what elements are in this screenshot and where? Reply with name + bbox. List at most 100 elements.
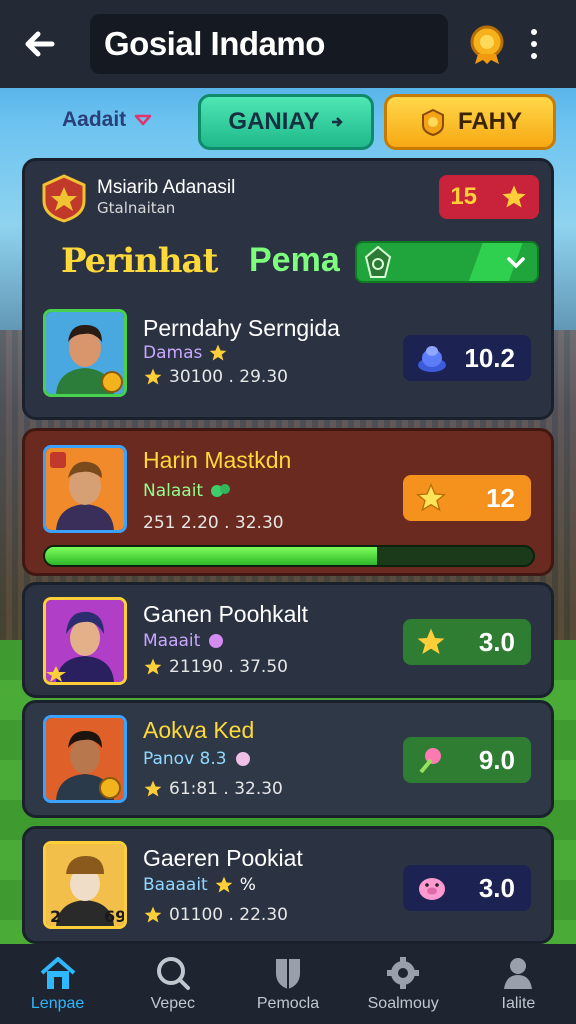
player-stats-text: 01100 . 22.30	[169, 905, 288, 925]
flower-icon	[209, 634, 224, 648]
tab-yellow-label: FAHY	[457, 108, 522, 135]
nav-item-shield[interactable]: Pemocla	[230, 944, 345, 1024]
flower-icon	[419, 748, 441, 774]
player-stats: 251 2.20 . 32.30	[143, 513, 284, 533]
star-icon	[215, 876, 233, 893]
player-portrait-icon	[46, 312, 124, 394]
pig-icon	[419, 878, 445, 900]
player-name: Perndahy Serngida	[143, 315, 340, 341]
player-name: Harin Mastkdn	[143, 447, 292, 473]
player-progress-fill	[45, 547, 377, 565]
player-card[interactable]: 2 69 Gaeren Pookiat Baaaait % 01100 . 22…	[22, 826, 554, 944]
player-stats: 01100 . 22.30	[143, 905, 288, 925]
filter-dropdown[interactable]: Aadait	[62, 108, 152, 132]
player-tag-extra: %	[239, 875, 256, 895]
player-card[interactable]: Aokva Ked Panov 8.3 61:81 . 32.30 9.0	[22, 700, 554, 818]
player-stats-text: 30100 . 29.30	[169, 367, 288, 387]
bottom-nav: Lenpae Vepec Pemocla Soalmouy Ialite	[0, 944, 576, 1024]
player-tag-label: Nalaait	[143, 481, 204, 501]
more-dot-icon	[531, 41, 537, 47]
player-portrait-icon	[46, 448, 124, 530]
player-stats-text: 251 2.20 . 32.30	[143, 513, 284, 533]
nav-item-label: Lenpae	[30, 995, 85, 1012]
top-bar: Gosial Indamo	[0, 0, 576, 88]
avatar-number-right-icon: 69	[104, 907, 124, 926]
player-score: 10.2	[403, 335, 531, 381]
person-icon	[504, 958, 533, 989]
player-tag-label: Baaaait	[143, 875, 208, 895]
player-stats: 61:81 . 32.30	[143, 779, 283, 799]
chevron-down-icon[interactable]	[505, 251, 527, 273]
search-icon	[156, 957, 190, 990]
sparkle-icon	[211, 484, 231, 497]
club-subtitle: Gtalnaitan	[97, 199, 176, 217]
dropdown-triangle-icon	[134, 114, 152, 126]
player-avatar[interactable]	[43, 597, 127, 685]
avatar-number-left-icon: 2	[50, 907, 61, 926]
player-tag-label: Maaait	[143, 631, 201, 651]
club-headline-left: Perinhat	[61, 241, 218, 281]
club-status-bar[interactable]	[355, 241, 539, 283]
shield-icon	[276, 959, 300, 989]
nav-item-home[interactable]: Lenpae	[0, 944, 115, 1024]
club-card: Msiarib Adanasil Gtalnaitan 15 Perinhat …	[22, 158, 554, 420]
player-card[interactable]: Ganen Poohkalt Maaait 21190 . 37.50 3.0	[22, 582, 554, 698]
nav-item-search[interactable]: Vepec	[115, 944, 230, 1024]
player-portrait-icon	[46, 718, 124, 800]
star-icon	[210, 344, 227, 361]
more-menu-button[interactable]	[524, 29, 544, 59]
player-avatar[interactable]	[43, 309, 127, 397]
nav-item-profile[interactable]: Ialite	[461, 944, 576, 1024]
club-rank-badge: 15	[439, 175, 539, 219]
arrow-right-icon	[331, 117, 343, 127]
player-tag-label: Damas	[143, 343, 203, 363]
back-button[interactable]	[18, 22, 62, 66]
player-name: Ganen Poohkalt	[143, 601, 308, 627]
gem-icon	[418, 346, 446, 372]
star-icon	[144, 780, 162, 797]
filter-row: Aadait GANIAY FAHY	[0, 94, 576, 150]
player-tag: Panov 8.3	[143, 749, 253, 769]
player-tag-label: Panov 8.3	[143, 749, 227, 769]
star-icon	[144, 368, 162, 385]
star-icon	[501, 185, 526, 208]
club-headline-right: Pema	[249, 241, 340, 279]
more-dot-icon	[531, 29, 537, 35]
player-score: 9.0	[403, 737, 531, 783]
star-icon	[144, 658, 162, 675]
star-icon	[144, 906, 162, 923]
tab-green[interactable]: GANIAY	[198, 94, 374, 150]
achievements-button[interactable]	[464, 21, 510, 67]
trophy-icon	[470, 25, 504, 64]
title-box: Gosial Indamo	[90, 14, 448, 74]
player-stats: 30100 . 29.30	[143, 367, 288, 387]
player-stats: 21190 . 37.50	[143, 657, 288, 677]
player-score-value: 9.0	[478, 744, 515, 775]
nav-item-settings[interactable]: Soalmouy	[346, 944, 461, 1024]
player-avatar[interactable]	[43, 445, 127, 533]
star-icon	[417, 628, 445, 654]
player-score: 12	[403, 475, 531, 521]
player-tag: Maaait	[143, 631, 226, 651]
tab-green-label: GANIAY	[228, 108, 320, 135]
player-progress-bar	[43, 545, 535, 567]
player-score-value: 3.0	[478, 626, 515, 657]
lock-icon	[364, 245, 392, 278]
player-avatar[interactable]	[43, 715, 127, 803]
nav-item-label: Pemocla	[256, 995, 320, 1012]
player-portrait-icon	[46, 600, 124, 682]
player-tag: Nalaait	[143, 481, 233, 501]
player-name: Gaeren Pookiat	[143, 845, 303, 871]
gear-icon	[387, 957, 420, 989]
player-name: Aokva Ked	[143, 717, 255, 743]
nav-item-label: Vepec	[150, 995, 196, 1012]
player-tag: Baaaait %	[143, 875, 256, 895]
player-avatar[interactable]: 2 69	[43, 841, 127, 929]
nav-item-label: Ialite	[501, 995, 536, 1012]
badge-icon	[421, 108, 444, 137]
page-title: Gosial Indamo	[104, 25, 325, 62]
player-score: 3.0	[403, 619, 531, 665]
star-icon	[415, 482, 447, 512]
player-card[interactable]: Harin Mastkdn Nalaait 251 2.20 . 32.30 1…	[22, 428, 554, 576]
tab-yellow[interactable]: FAHY	[384, 94, 556, 150]
